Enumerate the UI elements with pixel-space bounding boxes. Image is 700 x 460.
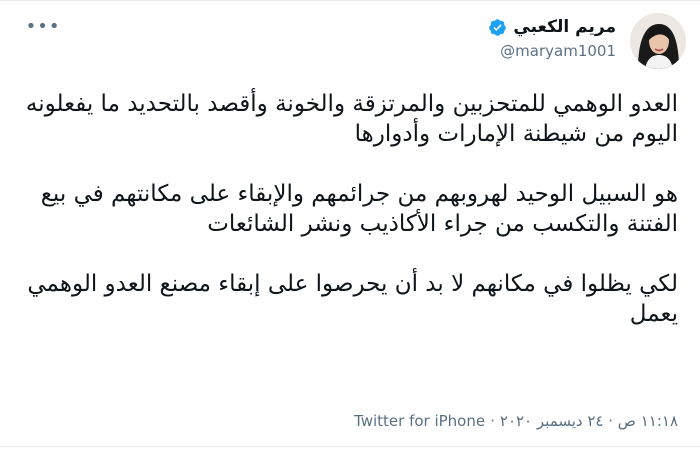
avatar[interactable] xyxy=(630,13,686,69)
tweet-timestamp[interactable]: ١١:١٨ ص · ٢٤ ديسمبر ٢٠٢٠ xyxy=(500,412,678,430)
tweet-paragraph: العدو الوهمي للمتحزبين والمرتزقة والخونة… xyxy=(25,91,678,147)
avatar-image xyxy=(630,13,686,69)
tweet-text: العدو الوهمي للمتحزبين والمرتزقة والخونة… xyxy=(18,89,678,329)
verified-badge-icon xyxy=(488,18,507,37)
tweet-source[interactable]: Twitter for iPhone xyxy=(354,412,485,430)
tweet-card: ••• مريم الكعبي @maryam1001 العدو الوهمي… xyxy=(0,0,700,460)
divider xyxy=(0,446,700,447)
tweet-paragraph: هو السبيل الوحيد لهروبهم من جرائمهم والإ… xyxy=(40,181,678,237)
tweet-meta: ١١:١٨ ص · ٢٤ ديسمبر ٢٠٢٠ · Twitter for i… xyxy=(354,412,678,430)
tweet-paragraph: لكي يظلوا في مكانهم لا بد أن يحرصوا على … xyxy=(27,271,678,327)
display-name-row: مريم الكعبي xyxy=(488,17,616,37)
meta-separator: · xyxy=(490,412,495,430)
author-header: مريم الكعبي @maryam1001 xyxy=(488,17,616,60)
more-options-button[interactable]: ••• xyxy=(26,17,60,37)
display-name[interactable]: مريم الكعبي xyxy=(513,17,616,37)
username[interactable]: @maryam1001 xyxy=(488,42,616,60)
